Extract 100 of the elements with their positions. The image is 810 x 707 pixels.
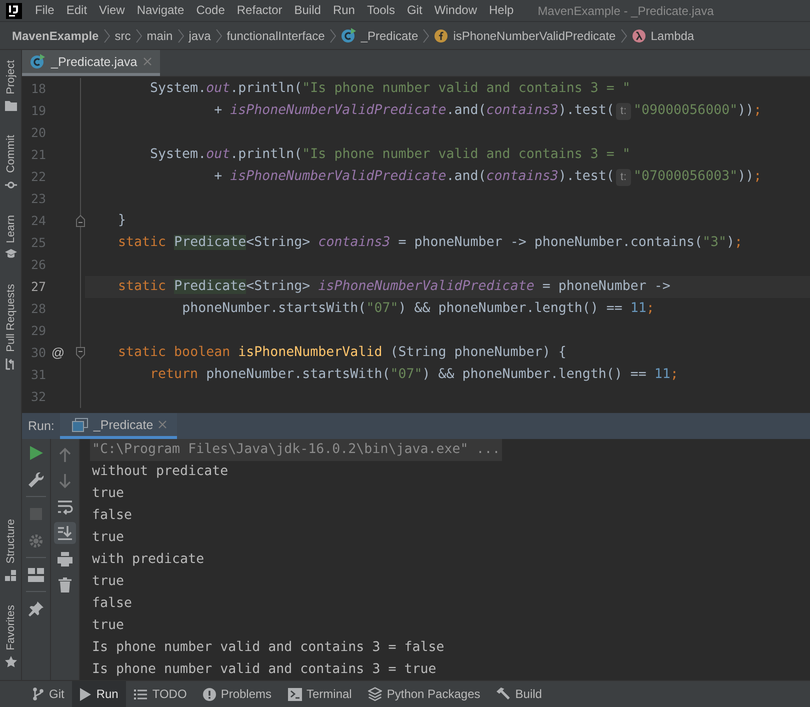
- line-number: 24: [30, 212, 46, 230]
- list-icon: [134, 688, 148, 700]
- hammer-icon: [496, 687, 510, 701]
- tool-window-button[interactable]: Project: [0, 54, 21, 118]
- code-text: + isPhoneNumberValidPredicate.and(contains3).test(: [214, 102, 614, 120]
- tool-window-button[interactable]: Structure: [0, 513, 21, 587]
- commit-icon: [4, 179, 16, 192]
- layout-icon[interactable]: [28, 568, 44, 582]
- line-number: 18: [30, 80, 46, 98]
- soft-wrap-icon[interactable]: [57, 499, 73, 515]
- pin-icon[interactable]: [28, 600, 44, 616]
- chevron-icon: [136, 28, 142, 42]
- code-line: return phoneNumber.startsWith("07") && phoneNumber.length() == 11;: [150, 366, 678, 384]
- parameter-hint: t:: [616, 168, 631, 186]
- breadcrumb-item[interactable]: _Predicate: [340, 28, 418, 43]
- menu-item[interactable]: Tools: [360, 0, 401, 21]
- console-output-line: true: [92, 573, 124, 591]
- tool-window-button[interactable]: Run: [72, 681, 126, 707]
- code-line: System.out.println("Is phone number valid and contains 3 = ": [150, 80, 630, 98]
- line-number: 32: [30, 388, 46, 406]
- tool-window-button[interactable]: Commit: [0, 129, 21, 198]
- line-number: 31: [30, 366, 46, 384]
- menu-item[interactable]: Edit: [60, 0, 94, 21]
- tool-window-button[interactable]: Build: [488, 681, 550, 707]
- breadcrumb-item[interactable]: Lambda: [632, 28, 694, 42]
- menu-item[interactable]: Build: [288, 0, 327, 21]
- line-number: 20: [30, 124, 46, 142]
- line-number: 30: [30, 344, 46, 362]
- printer-icon[interactable]: [57, 551, 73, 567]
- line-number: 19: [30, 102, 46, 120]
- panel-title: Run:: [27, 419, 56, 433]
- code-line: static Predicate<String> contains3 = phoneNumber -> phoneNumber.contains("3");: [118, 234, 743, 252]
- lambda-icon: [632, 28, 646, 42]
- blocks-icon: [5, 570, 16, 581]
- console-output-line: Is phone number valid and contains 3 = false: [92, 639, 444, 657]
- console-output-line: true: [92, 617, 124, 635]
- chevron-icon: [330, 28, 336, 42]
- code-text: "07000056003"));: [634, 168, 762, 186]
- class-icon: [340, 28, 356, 43]
- tool-window-button[interactable]: Problems: [194, 681, 280, 707]
- exclamation-icon: [202, 688, 216, 700]
- line-number: 25: [30, 234, 46, 252]
- scroll-to-end-icon[interactable]: [54, 522, 76, 544]
- run-tab[interactable]: _Predicate: [60, 413, 178, 439]
- console-output-line: false: [92, 595, 132, 613]
- menu-item[interactable]: Run: [326, 0, 361, 21]
- editor-tab[interactable]: _Predicate.java: [22, 50, 160, 76]
- code-line: static Predicate<String> isPhoneNumberValidPredicate = phoneNumber ->: [118, 278, 670, 296]
- code-line: }: [118, 212, 126, 230]
- branch-icon: [32, 687, 44, 701]
- tool-window-button[interactable]: Learn: [0, 209, 21, 266]
- code-line: System.out.println("Is phone number valid and contains 3 = ": [150, 146, 630, 164]
- trash-icon[interactable]: [58, 577, 72, 593]
- code-line: static boolean isPhoneNumberValid (String phoneNumber) {: [118, 344, 566, 362]
- line-number: 23: [30, 190, 46, 208]
- breadcrumb-item[interactable]: java: [188, 28, 211, 42]
- menu-item[interactable]: Git: [400, 0, 428, 21]
- code-text: + isPhoneNumberValidPredicate.and(contains3).test(: [214, 168, 614, 186]
- tool-window-button[interactable]: Git: [24, 681, 72, 707]
- line-number: 22: [30, 168, 46, 186]
- breadcrumb-item[interactable]: src: [114, 28, 131, 42]
- play-icon[interactable]: [29, 444, 43, 460]
- chevron-icon: [104, 28, 110, 42]
- graduation-cap-icon: [4, 249, 16, 260]
- menu-item[interactable]: Refactor: [230, 0, 288, 21]
- wrench-icon[interactable]: [28, 472, 44, 488]
- console-output-line: false: [92, 507, 132, 525]
- tool-window-button[interactable]: TODO: [126, 681, 195, 707]
- menu-item[interactable]: View: [93, 0, 131, 21]
- menu-item[interactable]: File: [29, 0, 60, 21]
- tool-window-button[interactable]: Favorites: [0, 598, 21, 674]
- tool-window-button[interactable]: Pull Requests: [0, 278, 21, 376]
- star-icon: [4, 656, 16, 668]
- menu-item[interactable]: Window: [428, 0, 483, 21]
- gutter-marker[interactable]: @: [51, 342, 65, 364]
- line-number: 21: [30, 146, 46, 164]
- breadcrumb-item[interactable]: functionalInterface: [226, 28, 325, 42]
- menu-item[interactable]: Code: [190, 0, 231, 21]
- fold-icon[interactable]: [76, 215, 84, 227]
- pull-request-icon: [4, 358, 16, 370]
- menu-item[interactable]: Help: [483, 0, 520, 21]
- breadcrumb-item[interactable]: isPhoneNumberValidPredicate: [434, 28, 616, 42]
- fold-icon[interactable]: [76, 347, 84, 359]
- code-line: phoneNumber.startsWith("07") && phoneNumber.length() == 11;: [182, 300, 654, 318]
- parameter-hint: t:: [616, 102, 631, 120]
- window-title: MavenExample - _Predicate.java: [538, 4, 714, 18]
- chevron-icon: [216, 28, 222, 42]
- breadcrumb-item[interactable]: main: [146, 28, 173, 42]
- class-icon: [30, 54, 45, 69]
- terminal-icon: [288, 688, 302, 700]
- chevron-icon: [423, 28, 430, 42]
- menu-item[interactable]: Navigate: [130, 0, 190, 21]
- line-number: 26: [30, 256, 46, 274]
- app-logo-icon: [6, 2, 22, 18]
- console-output-line: Is phone number valid and contains 3 = true: [92, 661, 436, 679]
- breadcrumb-item[interactable]: MavenExample: [12, 28, 99, 42]
- tool-window-button[interactable]: Terminal: [280, 681, 360, 707]
- windows-icon: [72, 418, 88, 432]
- folder-icon: [4, 100, 16, 112]
- tool-window-button[interactable]: Python Packages: [360, 681, 488, 707]
